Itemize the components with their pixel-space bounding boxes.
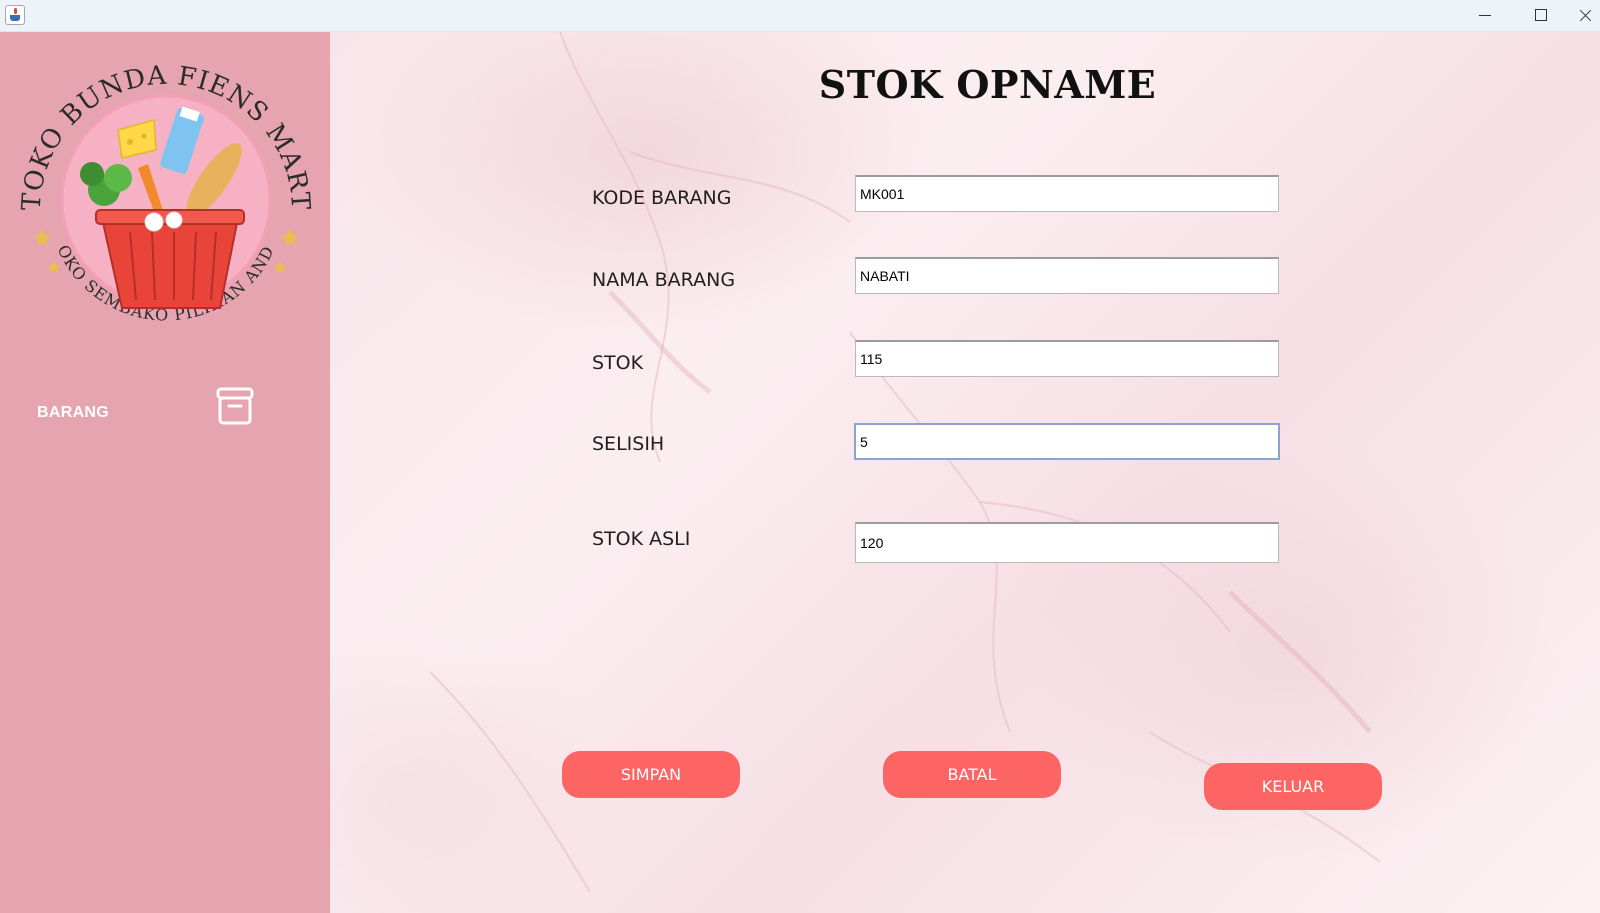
sidebar: TOKO BUNDA FIENS MART TOKO SEMBAKO PILIH… <box>0 32 330 913</box>
selisih-input[interactable] <box>854 423 1280 460</box>
keluar-button[interactable]: KELUAR <box>1204 763 1382 810</box>
nama-barang-label: NAMA BARANG <box>592 269 736 291</box>
minimize-icon[interactable] <box>1462 0 1508 31</box>
selisih-label: SELISIH <box>592 433 665 455</box>
nama-barang-input[interactable] <box>855 257 1279 294</box>
stok-label: STOK <box>592 352 644 374</box>
stok-asli-label: STOK ASLI <box>592 528 691 550</box>
page-title: STOK OPNAME <box>818 62 1157 107</box>
box-icon <box>216 387 254 425</box>
store-logo: TOKO BUNDA FIENS MART TOKO SEMBAKO PILIH… <box>18 50 314 325</box>
java-app-icon <box>5 5 25 25</box>
kode-barang-input[interactable] <box>855 175 1279 212</box>
kode-barang-label: KODE BARANG <box>592 187 732 209</box>
close-icon[interactable] <box>1570 0 1600 31</box>
sidebar-item-barang[interactable]: BARANG <box>0 382 330 448</box>
batal-button[interactable]: BATAL <box>883 751 1061 798</box>
stok-asli-input[interactable] <box>855 522 1279 563</box>
main-panel: STOK OPNAME KODE BARANG NAMA BARANG STOK… <box>330 32 1600 913</box>
sidebar-item-label: BARANG <box>37 404 110 421</box>
title-bar <box>0 0 1600 32</box>
stok-input[interactable] <box>855 340 1279 377</box>
maximize-icon[interactable] <box>1518 0 1564 31</box>
simpan-button[interactable]: SIMPAN <box>562 751 740 798</box>
